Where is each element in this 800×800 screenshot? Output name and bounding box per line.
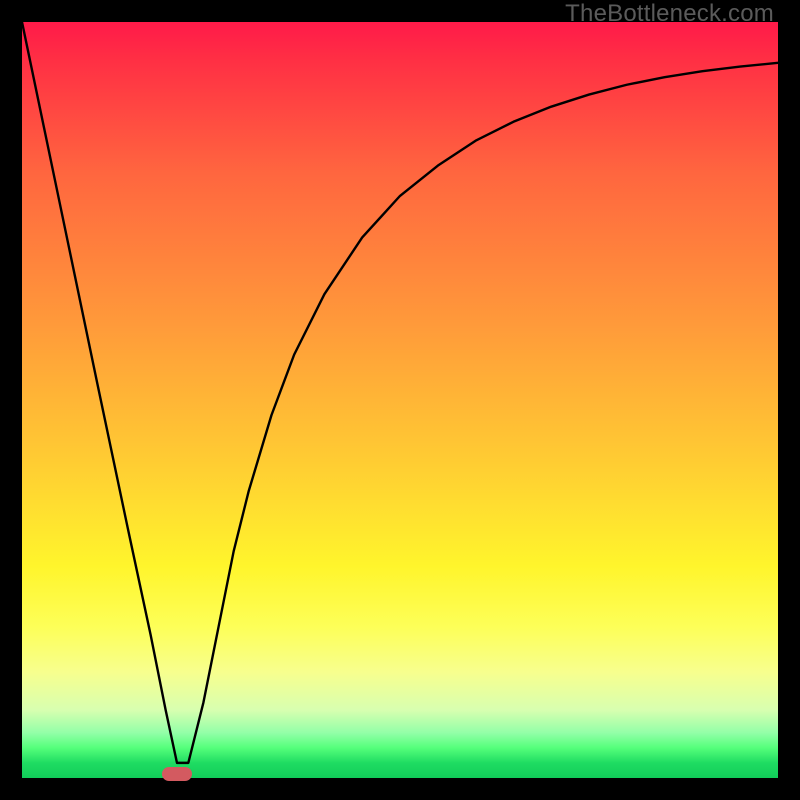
- optimum-marker: [162, 767, 192, 781]
- watermark-label: TheBottleneck.com: [565, 0, 774, 28]
- chart-plot-area: [22, 22, 778, 778]
- bottleneck-curve: [22, 22, 778, 778]
- chart-frame: TheBottleneck.com: [0, 0, 800, 800]
